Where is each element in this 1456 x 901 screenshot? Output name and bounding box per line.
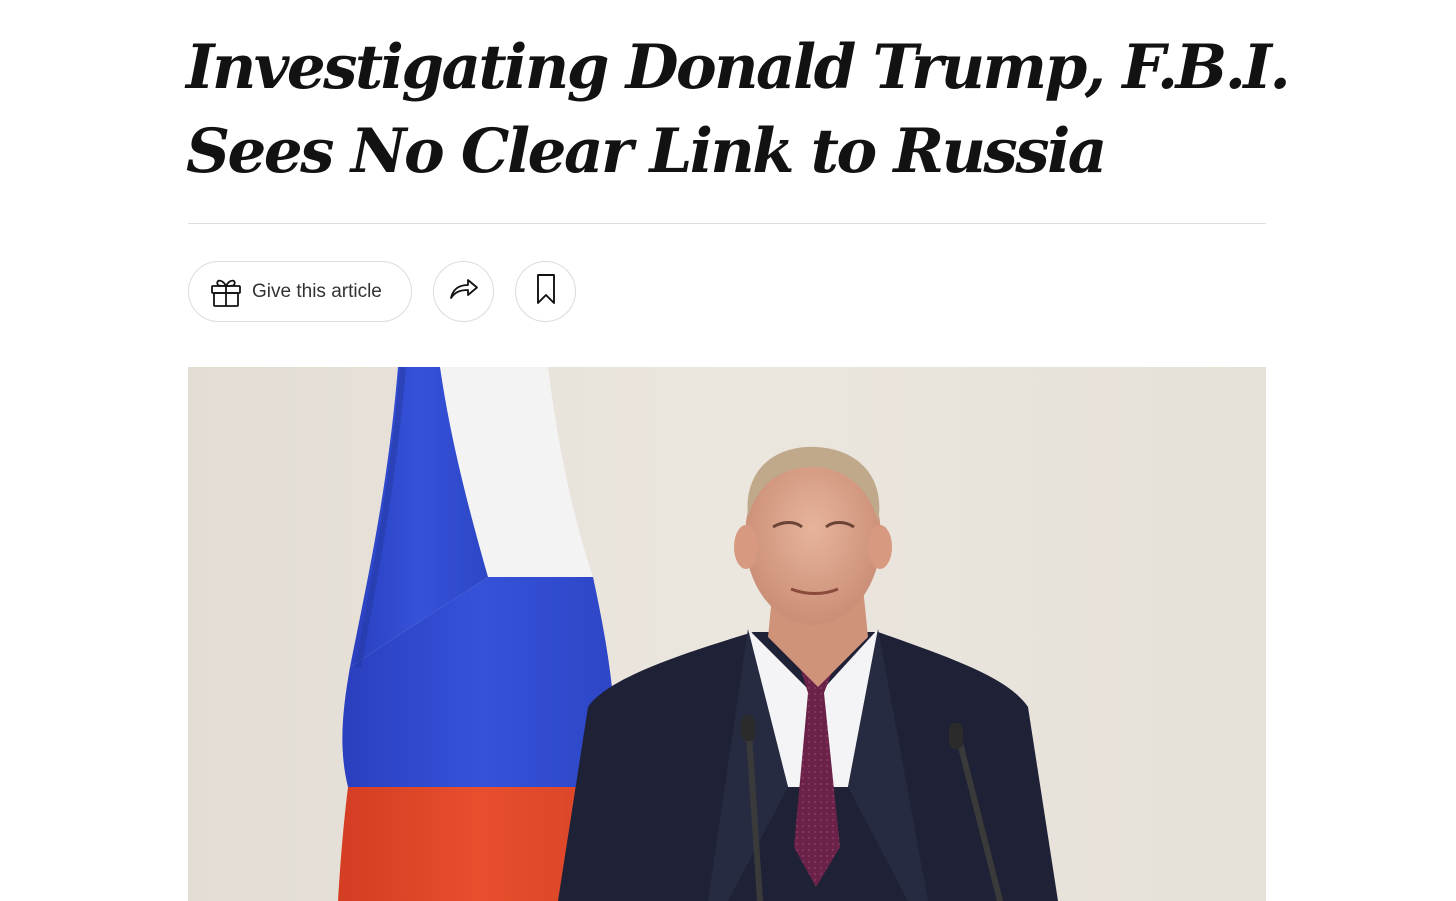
bookmark-icon: [528, 271, 564, 312]
lead-photo: [188, 367, 1266, 901]
give-article-label: Give this article: [252, 280, 382, 302]
lead-photo-illustration: [188, 367, 1266, 901]
article-headline: Investigating Donald Trump, F.B.I. Sees …: [186, 26, 1291, 194]
article-toolbar: Give this article: [188, 261, 576, 322]
share-arrow-icon: [446, 271, 482, 312]
gift-icon: [208, 274, 244, 310]
save-button[interactable]: [515, 261, 576, 322]
headline-line-2: Sees No Clear Link to Russia: [186, 116, 1107, 187]
headline-line-1: Investigating Donald Trump, F.B.I.: [186, 32, 1291, 103]
give-article-button[interactable]: Give this article: [188, 261, 412, 322]
share-button[interactable]: [433, 261, 494, 322]
headline-divider: [188, 223, 1266, 224]
